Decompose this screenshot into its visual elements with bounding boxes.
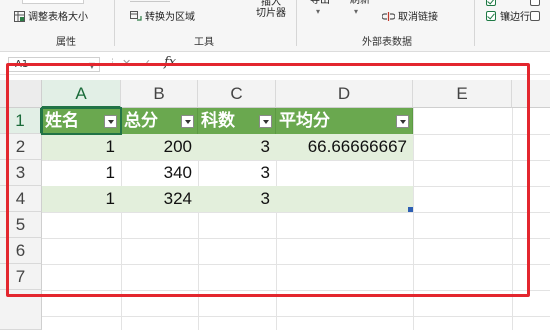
gridline xyxy=(42,316,550,317)
convert-to-range-button[interactable]: 转换为区域 xyxy=(130,11,195,24)
checkbox-unchecked-icon xyxy=(530,11,540,21)
refresh-dropdown-icon[interactable]: ▾ xyxy=(354,6,358,18)
ribbon-separator xyxy=(474,0,475,46)
refresh-button[interactable]: 刷新 xyxy=(350,0,370,7)
insert-slicer-label-1: 插入 xyxy=(261,0,281,8)
refresh-label: 刷新 xyxy=(350,0,370,6)
tools-group-label: 工具 xyxy=(194,37,214,48)
banded-rows-checkbox[interactable]: 镶边行 xyxy=(486,11,530,24)
last-column-checkbox[interactable] xyxy=(530,11,544,24)
checkbox-icon xyxy=(530,0,540,6)
unlink-icon xyxy=(382,12,395,21)
first-column-checkbox[interactable] xyxy=(530,0,544,9)
insert-slicer-label-2: 切片器 xyxy=(256,8,286,19)
banded-rows-label: 镶边行 xyxy=(500,12,530,23)
convert-range-label: 转换为区域 xyxy=(145,12,195,23)
remove-duplicates-button[interactable] xyxy=(130,0,170,2)
properties-group-label: 属性 xyxy=(56,37,76,48)
red-highlight-box xyxy=(6,63,530,297)
resize-table-label: 调整表格大小 xyxy=(28,12,88,23)
checkbox-checked-icon xyxy=(486,11,496,21)
resize-table-button[interactable]: 调整表格大小 xyxy=(14,11,88,24)
checkbox-icon xyxy=(486,0,496,6)
table-name-field[interactable] xyxy=(22,0,84,4)
ribbon-separator xyxy=(296,0,297,46)
header-row-checkbox[interactable] xyxy=(486,0,500,9)
ribbon: 调整表格大小 属性 转换为区域 插入 切片器 工具 导出 刷新 ▾ ▾ 取消链接… xyxy=(0,0,550,52)
insert-slicer-button[interactable]: 插入 切片器 xyxy=(256,0,286,19)
unlink-button[interactable]: 取消链接 xyxy=(382,11,438,24)
external-data-group-label: 外部表数据 xyxy=(362,37,412,48)
export-dropdown-icon[interactable]: ▾ xyxy=(316,6,320,18)
convert-range-icon xyxy=(130,11,142,21)
ribbon-separator xyxy=(114,0,115,46)
unlink-label: 取消链接 xyxy=(398,12,438,23)
resize-table-icon xyxy=(14,11,25,22)
